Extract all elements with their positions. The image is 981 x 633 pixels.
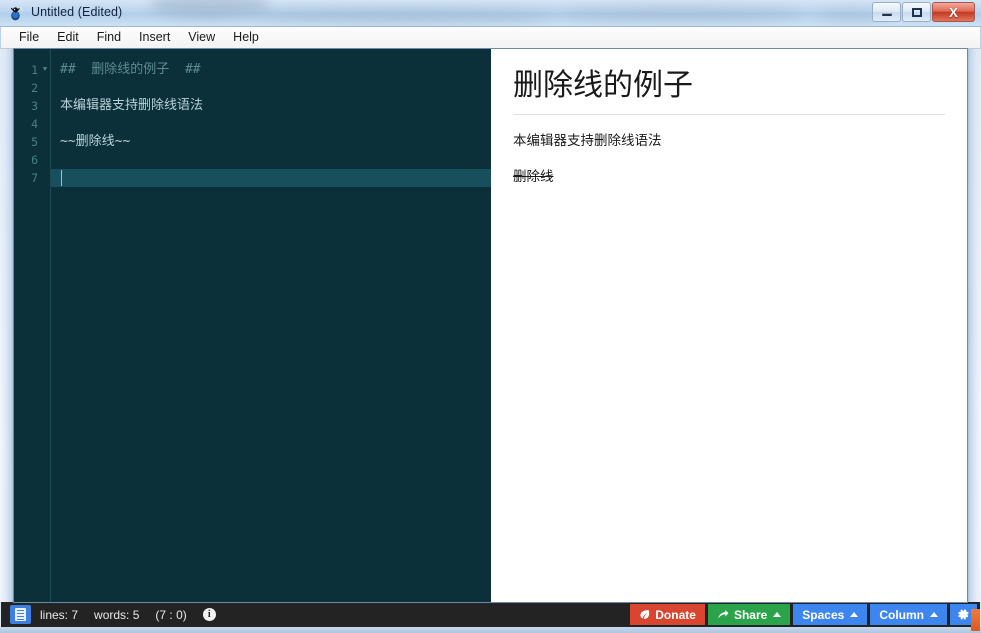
strikethrough-text: 删除线 — [513, 168, 554, 184]
line-number: 3 — [31, 99, 38, 113]
markdown-editor-pane[interactable]: 1 2 3 4 5 6 7 ▼ ## 删除线的例子 ## 本编辑器支持删除线语法… — [14, 49, 491, 602]
menu-item-view[interactable]: View — [179, 28, 224, 47]
menu-item-find[interactable]: Find — [88, 28, 130, 47]
arrow-up-right-icon — [717, 610, 729, 619]
minimize-button[interactable] — [872, 2, 901, 22]
document-lines-icon[interactable] — [10, 605, 31, 624]
chevron-up-icon — [773, 612, 782, 617]
glass-reflection — [255, 8, 555, 24]
chevron-up-icon — [850, 612, 859, 617]
status-lines-count: lines: 7 — [40, 607, 79, 622]
status-words-count: words: 5 — [94, 607, 140, 622]
column-label: Column — [879, 607, 924, 622]
glass-reflection — [560, 6, 800, 22]
spaces-button[interactable]: Spaces — [793, 604, 868, 625]
bug-icon — [10, 7, 24, 21]
preview-paragraph: 本编辑器支持删除线语法 — [513, 132, 662, 148]
menu-item-edit[interactable]: Edit — [48, 28, 88, 47]
status-bar-left: lines: 7 words: 5 (7 : 0) i — [10, 605, 216, 624]
leaf-icon — [640, 610, 650, 619]
maximize-button[interactable] — [902, 2, 931, 22]
column-button[interactable]: Column — [870, 604, 947, 625]
window-title: Untitled (Edited) — [31, 5, 123, 19]
close-icon: X — [949, 4, 958, 20]
glass-reflection — [150, 0, 270, 18]
gutter-separator — [50, 49, 51, 602]
line-number: 5 — [31, 135, 38, 149]
menu-item-file[interactable]: File — [10, 28, 48, 47]
window-frame-bottom — [0, 627, 981, 633]
title-bar: Untitled (Edited) X — [0, 0, 981, 27]
desktop-background: Untitled (Edited) X File Edit Find Inser… — [0, 0, 981, 633]
preview-heading: 删除线的例子 — [513, 67, 945, 115]
maximize-icon — [903, 3, 930, 21]
menu-item-insert[interactable]: Insert — [130, 28, 179, 47]
line-number: 2 — [31, 81, 38, 95]
preview-strikethrough-paragraph: 删除线 — [513, 167, 945, 187]
resize-grip[interactable] — [971, 609, 980, 631]
line-number: 6 — [31, 153, 38, 167]
chevron-up-icon — [930, 612, 938, 617]
line-number: 7 — [31, 171, 38, 185]
markdown-preview-pane[interactable]: 删除线的例子 本编辑器支持删除线语法 删除线 — [491, 49, 967, 602]
donate-label: Donate — [655, 607, 696, 622]
editor-line-3: 本编辑器支持删除线语法 — [60, 98, 204, 113]
editor-line-1: ## 删除线的例子 ## — [60, 62, 201, 77]
window-frame-right — [967, 49, 981, 602]
line-number: 1 — [31, 63, 38, 77]
minimize-icon — [873, 3, 900, 21]
glass-reflection — [820, 10, 880, 22]
window-frame-left — [0, 49, 14, 602]
editor-line-5: ~~删除线~~ — [60, 134, 131, 149]
fold-toggle-icon[interactable]: ▼ — [41, 61, 49, 79]
status-bar: lines: 7 words: 5 (7 : 0) i Donate Share — [1, 602, 980, 627]
info-icon[interactable]: i — [202, 608, 216, 621]
spaces-label: Spaces — [802, 607, 845, 622]
menu-bar: File Edit Find Insert View Help — [1, 27, 980, 49]
share-label: Share — [733, 607, 768, 622]
current-line-highlight — [51, 169, 491, 187]
gear-icon — [958, 609, 969, 620]
application-window: Untitled (Edited) X File Edit Find Inser… — [0, 0, 981, 633]
status-cursor-position: (7 : 0) — [155, 607, 187, 622]
main-content-area: 1 2 3 4 5 6 7 ▼ ## 删除线的例子 ## 本编辑器支持删除线语法… — [14, 49, 967, 602]
status-bar-right: Donate Share Spaces Column — [630, 604, 980, 625]
text-caret — [61, 170, 62, 186]
close-button[interactable]: X — [932, 2, 975, 22]
donate-button[interactable]: Donate — [630, 604, 705, 625]
share-button[interactable]: Share — [707, 604, 791, 625]
line-number: 4 — [31, 117, 38, 131]
menu-item-help[interactable]: Help — [224, 28, 268, 47]
